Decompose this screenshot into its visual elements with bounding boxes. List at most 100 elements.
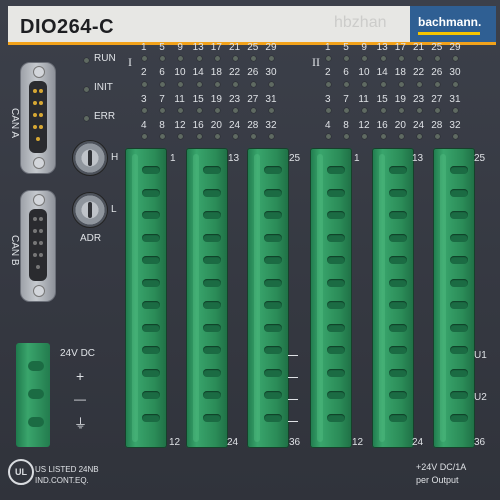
terminal-slot bbox=[389, 346, 407, 354]
model-name: DIO264-C bbox=[20, 16, 115, 38]
channel-number: 18 bbox=[394, 67, 406, 78]
terminal-slot bbox=[450, 166, 468, 174]
channel-number: 13 bbox=[376, 42, 388, 53]
address-low-switch[interactable] bbox=[72, 192, 108, 228]
channel-number: 30 bbox=[449, 67, 461, 78]
connector-end-number: 36 bbox=[474, 437, 486, 448]
terminal-connector[interactable] bbox=[186, 148, 228, 448]
channel-led bbox=[380, 56, 386, 61]
channel-number: 20 bbox=[394, 120, 406, 131]
channel-number: 15 bbox=[192, 94, 204, 105]
terminal-marker-dash bbox=[288, 421, 298, 422]
terminal-slot bbox=[264, 323, 282, 332]
channel-number: 2 bbox=[325, 67, 331, 78]
terminal-slot bbox=[142, 233, 160, 242]
terminal-connector[interactable] bbox=[125, 148, 167, 448]
channel-number: 5 bbox=[159, 42, 165, 53]
channel-led bbox=[160, 108, 166, 113]
channel-led bbox=[417, 82, 422, 87]
channel-led bbox=[178, 82, 184, 87]
terminal-slot bbox=[389, 166, 407, 174]
group-label: II bbox=[312, 55, 320, 69]
channel-number: 1 bbox=[141, 42, 147, 53]
channel-number: 31 bbox=[265, 94, 277, 105]
terminal-slot bbox=[142, 301, 160, 309]
terminal-slot bbox=[389, 368, 407, 377]
power-connector[interactable] bbox=[16, 343, 50, 447]
terminal-slot bbox=[203, 278, 221, 287]
channel-number: 9 bbox=[177, 42, 183, 53]
channel-led bbox=[435, 56, 441, 61]
channel-led bbox=[398, 82, 404, 87]
terminal-slot bbox=[389, 188, 407, 197]
terminal-slot bbox=[264, 188, 282, 197]
channel-led bbox=[326, 82, 331, 87]
terminal-slot bbox=[327, 233, 345, 242]
status-led-label: INIT bbox=[94, 82, 113, 93]
connector-start-number: 25 bbox=[289, 153, 301, 164]
channel-led bbox=[453, 82, 459, 87]
channel-led bbox=[214, 108, 220, 113]
terminal-slot bbox=[142, 278, 160, 287]
channel-led bbox=[251, 108, 257, 113]
terminal-slot bbox=[264, 391, 282, 399]
channel-led bbox=[380, 82, 386, 87]
io-module: DIO264-C hbzhan bachmann. RUN INIT ERR C… bbox=[0, 0, 500, 500]
terminal-slot bbox=[142, 413, 160, 422]
can-b-port[interactable] bbox=[20, 190, 56, 302]
channel-led bbox=[251, 82, 257, 87]
terminal-slot bbox=[389, 301, 407, 309]
terminal-slot bbox=[389, 211, 407, 219]
channel-led bbox=[269, 108, 275, 113]
terminal-slot bbox=[450, 188, 468, 197]
channel-number: 3 bbox=[141, 94, 147, 105]
channel-led bbox=[269, 82, 275, 87]
channel-number: 5 bbox=[343, 42, 349, 53]
channel-number: 10 bbox=[358, 67, 370, 78]
dial-slot bbox=[88, 202, 92, 218]
terminal-connector[interactable] bbox=[310, 148, 352, 448]
channel-number: 21 bbox=[413, 42, 425, 53]
channel-number: 17 bbox=[210, 42, 222, 53]
terminal-slot bbox=[327, 346, 345, 354]
address-high-switch[interactable] bbox=[72, 140, 108, 176]
channel-number: 27 bbox=[247, 94, 259, 105]
brand-name: bachmann. bbox=[418, 15, 482, 29]
channel-led bbox=[142, 108, 147, 113]
terminal-connector[interactable] bbox=[247, 148, 289, 448]
cert-line2: IND.CONT.EQ. bbox=[35, 476, 89, 485]
terminal-slot bbox=[450, 301, 468, 309]
terminal-slot bbox=[264, 211, 282, 219]
u1-label: U1 bbox=[474, 350, 487, 361]
channel-led bbox=[214, 82, 220, 87]
channel-led bbox=[142, 56, 147, 61]
output-rating-line1: +24V DC/1A bbox=[416, 462, 467, 472]
channel-led bbox=[269, 56, 275, 61]
terminal-connector[interactable] bbox=[433, 148, 475, 448]
channel-led bbox=[233, 56, 238, 61]
terminal-slot bbox=[450, 391, 468, 399]
terminal-slot bbox=[264, 301, 282, 309]
terminal-connector[interactable] bbox=[372, 148, 414, 448]
terminal-slot bbox=[203, 368, 221, 377]
terminal-slot bbox=[203, 391, 221, 399]
channel-number: 16 bbox=[376, 120, 388, 131]
connector-end-number: 36 bbox=[289, 437, 301, 448]
channel-number: 32 bbox=[265, 120, 277, 131]
channel-number: 26 bbox=[247, 67, 259, 78]
channel-number: 30 bbox=[265, 67, 277, 78]
terminal-marker-dash bbox=[288, 377, 298, 378]
terminal-slot bbox=[327, 211, 345, 219]
can-a-port[interactable] bbox=[20, 62, 56, 174]
channel-led bbox=[398, 56, 404, 61]
channel-led bbox=[362, 56, 368, 61]
channel-number: 31 bbox=[449, 94, 461, 105]
connector-end-number: 12 bbox=[169, 437, 181, 448]
channel-number: 17 bbox=[394, 42, 406, 53]
channel-led bbox=[251, 134, 257, 139]
channel-number: 9 bbox=[361, 42, 367, 53]
channel-led bbox=[435, 134, 441, 139]
rotary-low-label: L bbox=[111, 204, 117, 215]
terminal-slot bbox=[327, 256, 345, 264]
channel-number: 12 bbox=[358, 120, 370, 131]
